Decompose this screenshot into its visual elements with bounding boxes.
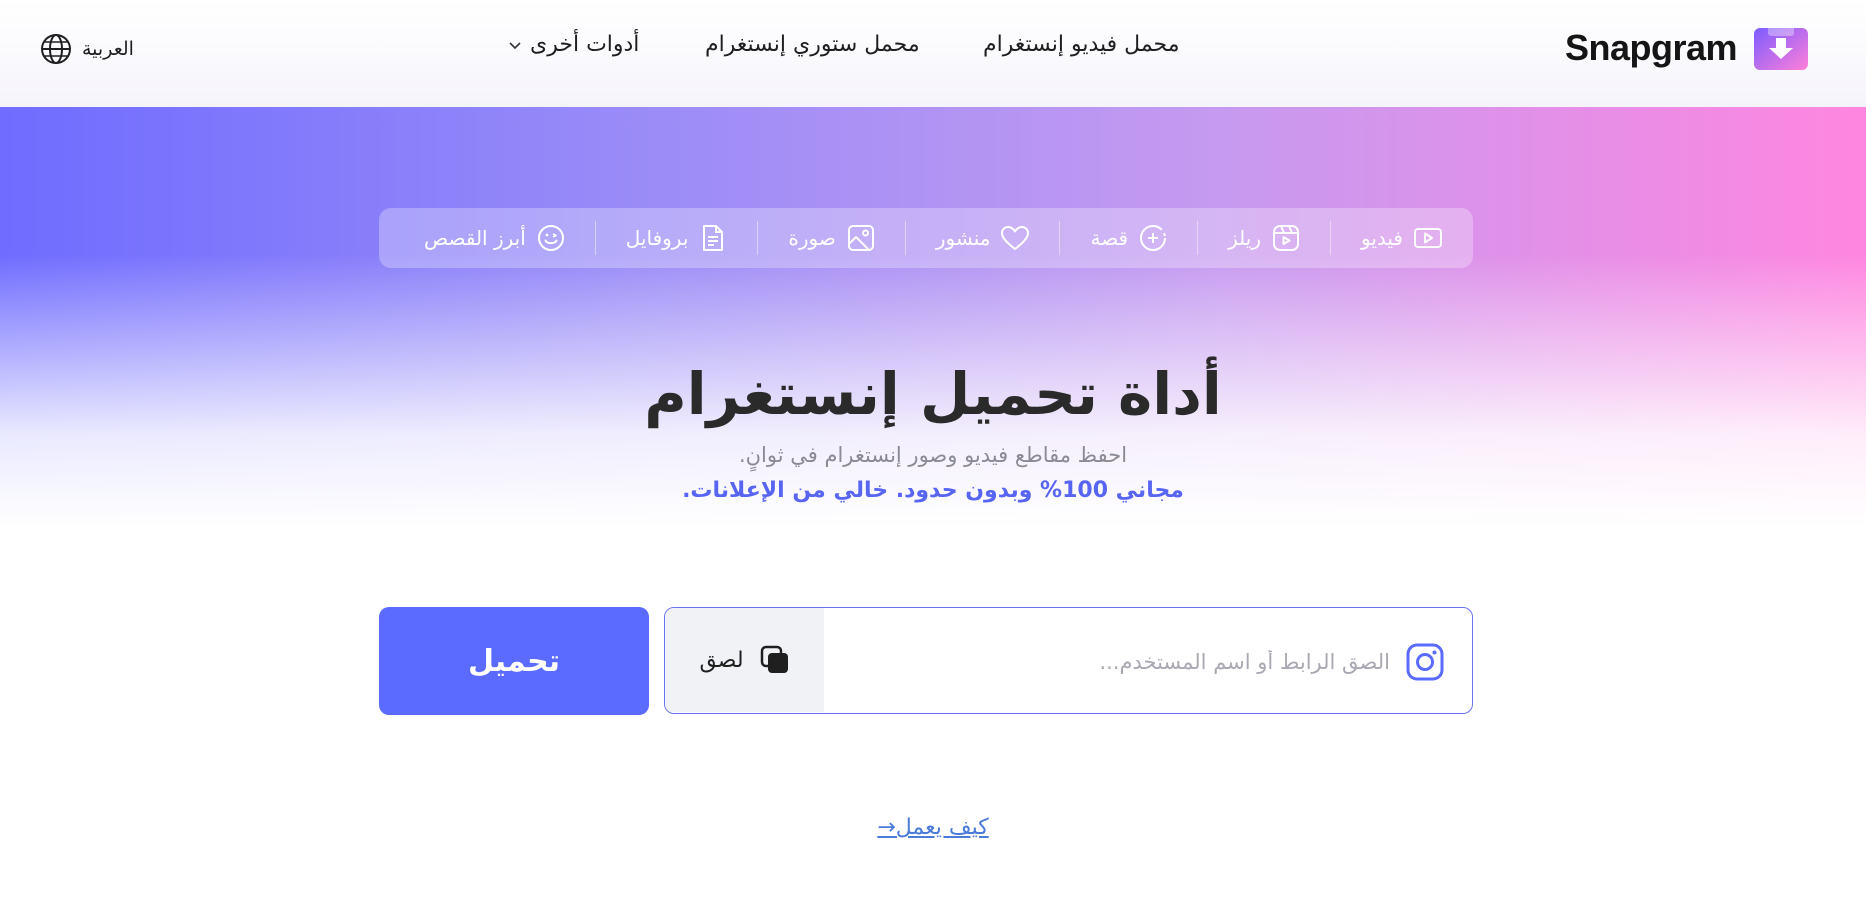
tab-video[interactable]: فيديو <box>1331 208 1473 268</box>
tab-reels-label: ريلز <box>1228 226 1261 250</box>
tab-story-label: قصة <box>1090 226 1129 250</box>
how-it-works-link[interactable]: كيف يعمل→ <box>877 815 988 840</box>
main-nav: محمل فيديو إنستغرام محمل ستوري إنستغرام … <box>0 32 1866 66</box>
paste-label: لصق <box>699 647 744 673</box>
tab-photo-label: صورة <box>788 226 836 250</box>
nav-video-downloader[interactable]: محمل فيديو إنستغرام <box>983 32 1180 57</box>
page-subtitle: احفظ مقاطع فيديو وصور إنستغرام في ثوانٍ. <box>738 443 1128 467</box>
story-add-icon <box>1140 225 1167 251</box>
content-type-tabs: فيديو ريلز قصة منشور صورة بروفايل أبرز ا… <box>379 208 1473 268</box>
tab-highlights[interactable]: أبرز القصص <box>394 208 596 268</box>
tab-profile-label: بروفايل <box>625 226 689 250</box>
nav-story-downloader[interactable]: محمل ستوري إنستغرام <box>705 32 920 57</box>
reels-icon <box>1273 225 1299 251</box>
tab-story[interactable]: قصة <box>1060 208 1198 268</box>
language-selector[interactable]: العربية <box>40 32 134 66</box>
tab-highlights-label: أبرز القصص <box>423 226 526 250</box>
language-label: العربية <box>82 38 134 60</box>
how-it-works-wrapper: كيف يعمل→ <box>0 815 1866 840</box>
url-input-box: لصق <box>664 607 1473 714</box>
tab-post[interactable]: منشور <box>906 208 1061 268</box>
tab-video-label: فيديو <box>1361 226 1403 250</box>
highlights-smile-icon <box>537 225 564 251</box>
tab-post-label: منشور <box>935 226 991 250</box>
instagram-icon <box>1406 643 1444 681</box>
paste-button[interactable]: لصق <box>665 608 824 712</box>
page-title: أداة تحميل إنستغرام <box>644 360 1222 428</box>
heart-icon <box>1001 226 1030 250</box>
download-button[interactable]: تحميل <box>379 607 649 715</box>
video-play-icon <box>1414 228 1442 248</box>
url-input[interactable] <box>838 636 1392 688</box>
image-icon <box>847 225 874 251</box>
tab-photo[interactable]: صورة <box>758 208 907 268</box>
nav-other-tools-label: أدوات أخرى <box>530 32 640 57</box>
tab-profile[interactable]: بروفايل <box>596 208 759 268</box>
site-header: Snapgram محمل فيديو إنستغرام محمل ستوري … <box>0 0 1866 107</box>
promo-text: مجاني 100% وبدون حدود. خالي من الإعلانات… <box>682 478 1184 503</box>
nav-other-tools[interactable]: أدوات أخرى <box>508 32 639 57</box>
chevron-down-icon <box>509 41 521 49</box>
copy-paste-icon <box>760 645 788 673</box>
globe-icon <box>41 34 71 64</box>
tab-reels[interactable]: ريلز <box>1198 208 1331 268</box>
profile-document-icon <box>703 225 724 251</box>
